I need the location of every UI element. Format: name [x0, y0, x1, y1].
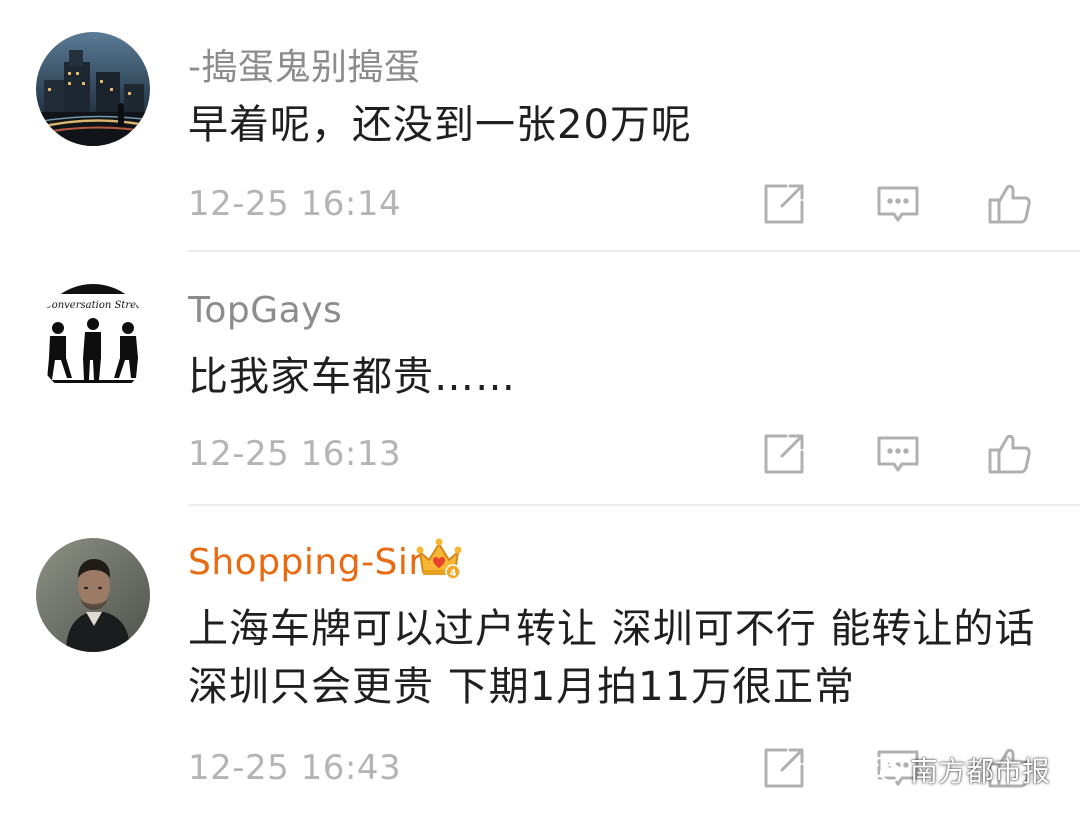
repost-icon[interactable] — [760, 180, 808, 228]
crown-vip-icon: 4 — [416, 536, 462, 580]
repost-icon[interactable] — [760, 430, 808, 478]
comment-list: -搗蛋鬼别搗蛋 早着呢，还没到一张20万呢 12-25 16:14 Conver… — [0, 0, 1080, 816]
user-avatar[interactable]: Conversation Stree — [36, 284, 150, 398]
conversation-street-icon: Conversation Stree — [36, 284, 150, 398]
vip-level: 4 — [450, 568, 457, 579]
user-avatar[interactable] — [36, 32, 150, 146]
username[interactable]: TopGays — [188, 290, 342, 331]
night-street-icon — [36, 32, 150, 146]
wechat-icon — [868, 755, 904, 785]
comment-icon[interactable] — [874, 180, 922, 228]
like-icon[interactable] — [986, 428, 1034, 476]
timestamp: 12-25 16:14 — [188, 184, 402, 224]
avatar-caption: Conversation Stree — [44, 300, 142, 311]
username[interactable]: Shopping-Sir — [188, 542, 424, 583]
watermark-text: 南方都市报 — [910, 755, 1051, 788]
comment-item: -搗蛋鬼别搗蛋 早着呢，还没到一张20万呢 12-25 16:14 — [0, 0, 1080, 252]
comment-icon[interactable] — [874, 430, 922, 478]
username[interactable]: -搗蛋鬼别搗蛋 — [188, 38, 421, 90]
comment-text: 上海车牌可以过户转让 深圳可不行 能转让的话 深圳只会更贵 下期1月拍11万很正… — [188, 606, 1036, 710]
comment-text: 早着呢，还没到一张20万呢 — [188, 102, 692, 148]
comment-item: Conversation Stree TopGays 比我家车都贵…… 12-2… — [0, 252, 1080, 506]
watermark: 南方都市报 — [868, 750, 1050, 790]
user-avatar[interactable] — [36, 538, 150, 652]
like-icon[interactable] — [986, 178, 1034, 226]
timestamp: 12-25 16:13 — [188, 434, 402, 474]
repost-icon[interactable] — [760, 744, 808, 792]
timestamp: 12-25 16:43 — [188, 748, 402, 788]
comment-text: 比我家车都贵…… — [188, 354, 516, 400]
man-portrait-icon — [36, 538, 150, 652]
